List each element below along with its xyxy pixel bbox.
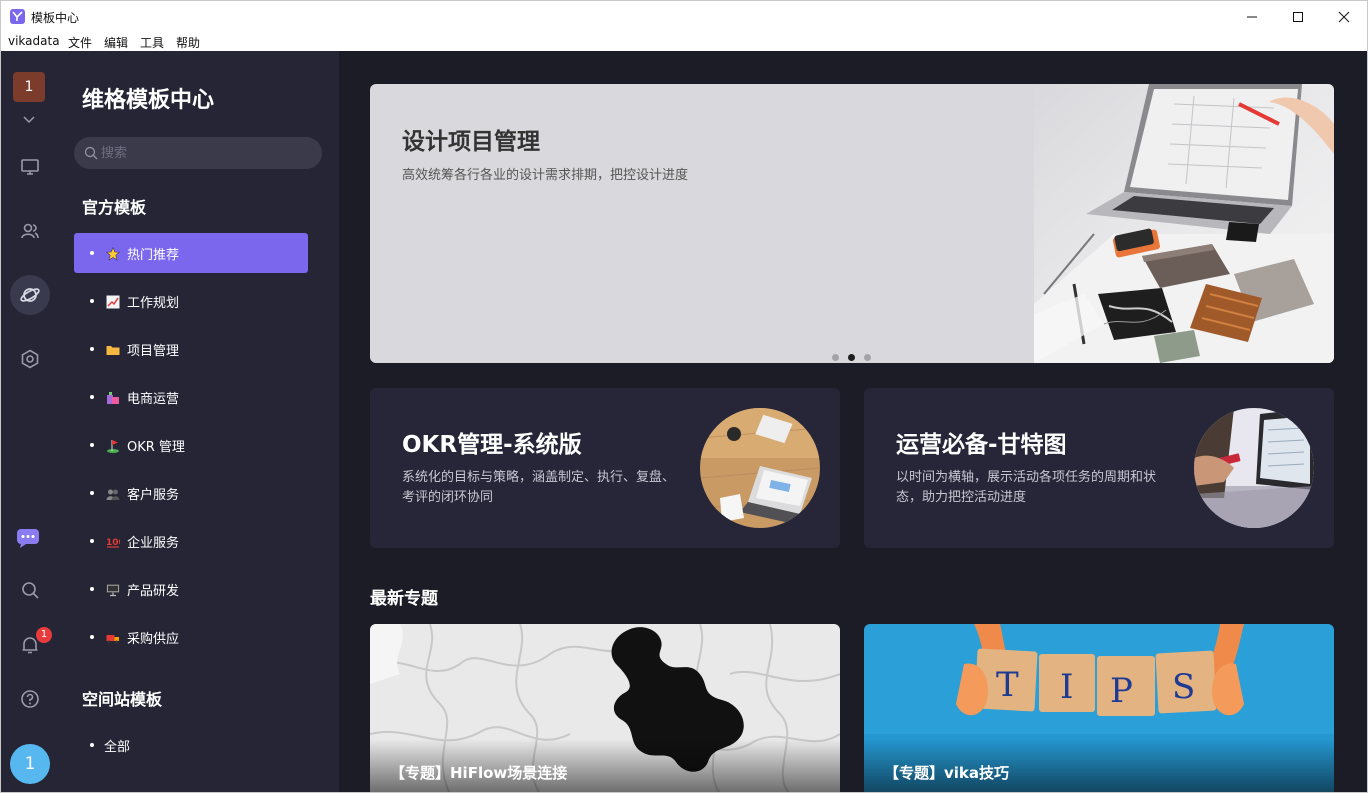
card-title: OKR管理-系统版 (402, 432, 582, 458)
star-emoji-icon (105, 246, 121, 261)
template-card-okr[interactable]: OKR管理-系统版 系统化的目标与策略，涵盖制定、执行、复盘、考评的闭环协同 (370, 388, 840, 548)
sidebar-item-enterprise[interactable]: 100 企业服务 (74, 521, 308, 561)
help-icon[interactable] (10, 679, 50, 719)
notification-badge: 1 (34, 625, 54, 645)
bullet-dot (90, 251, 94, 255)
sidebar-item-product-rd[interactable]: 产品研发 (74, 569, 308, 609)
official-templates-heading: 官方模板 (82, 198, 147, 217)
hundred-emoji-icon: 100 (106, 534, 125, 548)
card-description: 系统化的目标与策略，涵盖制定、执行、复盘、考评的闭环协同 (402, 470, 676, 505)
bullet-dot (90, 635, 94, 639)
sidebar-item-label: 热门推荐 (127, 248, 180, 263)
template-main: 设计项目管理 高效统筹各行各业的设计需求排期，把控设计进度 OKR管理-系统版 … (339, 51, 1367, 792)
truck-emoji-icon (106, 630, 120, 644)
close-button[interactable] (1321, 1, 1367, 33)
chat-bubble-icon[interactable] (10, 518, 50, 558)
card-description: 以时间为横轴，展示活动各项任务的周期和状态，助力把控活动进度 (896, 470, 1157, 505)
bullet-dot (90, 299, 94, 303)
menu-tools[interactable]: 工具 (140, 34, 164, 51)
bullet-dot (90, 443, 94, 447)
carousel-dot[interactable] (832, 354, 839, 361)
bullet-dot (90, 491, 94, 495)
latest-topics-heading: 最新专题 (370, 589, 438, 609)
svg-text:T: T (996, 665, 1019, 705)
topic-card-hiflow[interactable]: 【专题】HiFlow场景连接 (370, 624, 840, 792)
menu-vikadata[interactable]: vikadata (8, 34, 60, 48)
design-desk-image (1034, 84, 1334, 363)
space-switcher[interactable]: 1 (13, 72, 45, 102)
banner-description: 高效统筹各行各业的设计需求排期，把控设计进度 (402, 168, 689, 183)
gantt-laptop-image (1194, 408, 1314, 528)
search-icon[interactable] (10, 570, 50, 610)
featured-banner[interactable]: 设计项目管理 高效统筹各行各业的设计需求排期，把控设计进度 (370, 84, 1334, 363)
people-emoji-icon (106, 486, 120, 500)
nav-rail: 1 1 1 (1, 51, 59, 792)
menu-help[interactable]: 帮助 (176, 34, 200, 51)
title-bar: 模板中心 (1, 1, 1367, 33)
bullet-dot (90, 539, 94, 543)
minimize-button[interactable] (1229, 1, 1275, 33)
sidebar-item-label: 工作规划 (127, 296, 180, 311)
members-icon[interactable] (10, 211, 50, 251)
topic-title: 【专题】HiFlow场景连接 (390, 764, 568, 782)
search-input[interactable] (101, 144, 301, 162)
shopping-emoji-icon (106, 390, 120, 404)
app-hexagon-icon[interactable] (10, 339, 50, 379)
svg-text:P: P (1110, 671, 1133, 711)
bullet-dot (90, 347, 94, 351)
sidebar-item-label: 项目管理 (127, 344, 180, 359)
computer-emoji-icon (106, 582, 120, 597)
carousel-dots (832, 346, 880, 363)
svg-text:I: I (1060, 667, 1073, 707)
search-box[interactable] (74, 137, 322, 169)
sidebar-item-label: 电商运营 (127, 392, 180, 407)
workbench-icon[interactable] (10, 147, 50, 187)
bullet-dot (90, 587, 94, 591)
app-window: 模板中心 vikadata 文件 编辑 工具 帮助 1 1 1 维格模板中心 搜… (0, 0, 1368, 793)
sidebar-item-all[interactable]: 全部 (74, 725, 308, 765)
template-sidebar: 维格模板中心 官方模板 热门推荐 工作规划 项目管理 电商运营 (59, 51, 339, 792)
menu-edit[interactable]: 编辑 (104, 34, 128, 51)
chevron-down-icon[interactable] (23, 109, 35, 128)
sidebar-item-label: 全部 (104, 740, 131, 755)
sidebar-item-procurement[interactable]: 采购供应 (74, 617, 308, 657)
menu-bar: vikadata 文件 编辑 工具 帮助 (1, 33, 1367, 51)
okr-laptop-image (700, 408, 820, 528)
menu-file[interactable]: 文件 (68, 34, 92, 51)
sidebar-item-label: 采购供应 (127, 632, 180, 647)
sidebar-item-hot[interactable]: 热门推荐 (74, 233, 308, 273)
folder-emoji-icon (106, 342, 120, 356)
chart-emoji-icon (106, 294, 120, 309)
svg-text:S: S (1172, 667, 1195, 707)
search-icon (84, 146, 98, 160)
bullet-dot (90, 395, 94, 399)
topic-card-vika-tips[interactable]: T I P S 【专题】vika技巧 (864, 624, 1334, 792)
vika-logo-icon (10, 9, 25, 24)
banner-title: 设计项目管理 (402, 129, 540, 155)
sidebar-item-label: 客户服务 (127, 488, 180, 503)
carousel-dot[interactable] (864, 354, 871, 361)
sidebar-item-ecommerce[interactable]: 电商运营 (74, 377, 308, 417)
template-planet-icon[interactable] (10, 275, 50, 315)
sidebar-item-customer-service[interactable]: 客户服务 (74, 473, 308, 513)
golf-flag-emoji-icon (106, 438, 120, 453)
avatar[interactable]: 1 (10, 744, 50, 784)
space-templates-heading: 空间站模板 (82, 690, 163, 709)
sidebar-item-okr[interactable]: OKR 管理 (74, 425, 308, 465)
card-title: 运营必备-甘特图 (896, 432, 1067, 458)
sidebar-item-label: OKR 管理 (127, 440, 185, 455)
page-title: 维格模板中心 (82, 88, 215, 113)
sidebar-item-label: 企业服务 (127, 536, 180, 551)
sidebar-item-label: 产品研发 (127, 584, 180, 599)
sidebar-item-work-plan[interactable]: 工作规划 (74, 281, 308, 321)
maximize-button[interactable] (1275, 1, 1321, 33)
template-card-gantt[interactable]: 运营必备-甘特图 以时间为横轴，展示活动各项任务的周期和状态，助力把控活动进度 (864, 388, 1334, 548)
sidebar-item-project[interactable]: 项目管理 (74, 329, 308, 369)
bullet-dot (90, 743, 94, 747)
window-title: 模板中心 (31, 11, 80, 25)
topic-title: 【专题】vika技巧 (884, 764, 1010, 782)
carousel-dot[interactable] (848, 354, 855, 361)
